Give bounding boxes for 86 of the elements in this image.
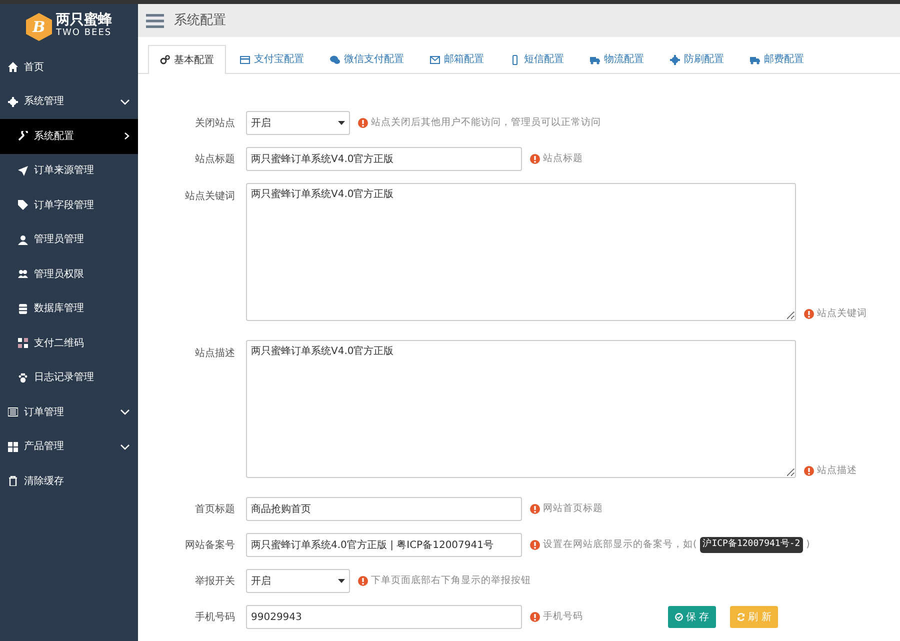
hint-text: 站点标题 (543, 152, 583, 166)
wrench-icon (18, 131, 28, 142)
database-icon (18, 304, 28, 314)
sidebar-item[interactable]: 管理员管理 (0, 222, 138, 257)
gear-icon (8, 96, 18, 107)
field-label: 站点标题 (194, 152, 236, 166)
chat-icon (330, 54, 340, 65)
sidebar-item[interactable]: 管理员权限 (0, 257, 138, 292)
menu-icon[interactable] (146, 14, 164, 28)
hint-text: 下单页面底部右下角显示的举报按钮 (371, 574, 531, 588)
field-label: 手机号码 (194, 610, 236, 624)
sidebar-item[interactable]: 系统配置 (0, 119, 138, 154)
sidebar-item[interactable]: 首页 (0, 50, 138, 84)
tab[interactable]: 短信配置 (498, 45, 576, 73)
qrcode-icon (18, 338, 28, 348)
input-field[interactable]: 99029943 (246, 605, 522, 629)
logo-subtitle: TWO BEES (56, 27, 112, 40)
logo-name: 两只蜜蜂 (56, 13, 112, 28)
field-label: 关闭站点 (194, 116, 236, 130)
arrow-icon (18, 166, 28, 176)
list-icon (8, 407, 18, 418)
sidebar-item[interactable]: 产品管理 (0, 430, 138, 464)
hint-text: 站点描述 (817, 464, 857, 478)
sidebar-item[interactable]: 订单来源管理 (0, 154, 138, 188)
warning-icon (530, 154, 540, 164)
caret-down-icon (338, 121, 345, 125)
input-field[interactable]: 两只蜜蜂订单系统4.0官方正版 | 粤ICP备12007941号 (246, 533, 522, 557)
select-field[interactable]: 开启 (246, 111, 350, 135)
hint-text: 站点关键词 (817, 306, 867, 321)
tab[interactable]: 支付宝配置 (228, 45, 316, 73)
field-label: 首页标题 (194, 502, 236, 516)
logo-badge: B (26, 13, 52, 41)
truck-icon (750, 54, 760, 65)
caret-down-icon (338, 579, 345, 583)
gear-icon (670, 54, 680, 65)
sidebar-item[interactable]: 订单管理 (0, 395, 138, 430)
tab[interactable]: 基本配置 (148, 45, 226, 74)
check-circle-icon (675, 613, 683, 621)
text-area[interactable]: 两只蜜蜂订单系统V4.0官方正版 (246, 340, 796, 478)
warning-icon (530, 504, 540, 514)
sidebar-item[interactable]: 日志记录管理 (0, 360, 138, 395)
paw-icon (18, 372, 28, 383)
sidebar-item[interactable]: 订单字段管理 (0, 188, 138, 222)
warning-icon (804, 466, 814, 476)
sidebar-item[interactable]: 清除缓存 (0, 464, 138, 498)
hint-text: 网站首页标题 (543, 502, 603, 516)
tab[interactable]: 防刷配置 (658, 45, 736, 73)
trash-icon (8, 476, 18, 486)
home-icon (8, 62, 18, 72)
user-icon (18, 234, 28, 245)
page-title: 系统配置 (174, 12, 226, 30)
card-icon (240, 54, 250, 65)
tab[interactable]: 邮箱配置 (418, 45, 496, 73)
sidebar-item[interactable]: 数据库管理 (0, 292, 138, 326)
warning-icon (530, 612, 540, 622)
chevron-down-icon (120, 98, 130, 106)
sidebar-item[interactable]: 系统管理 (0, 84, 138, 119)
warning-icon (804, 308, 814, 319)
grid-icon (8, 442, 18, 452)
phone-icon (510, 54, 520, 65)
users-icon (18, 269, 28, 280)
tab[interactable]: 邮费配置 (738, 45, 816, 73)
input-field[interactable]: 两只蜜蜂订单系统V4.0官方正版 (246, 147, 522, 171)
field-label: 举报开关 (194, 574, 236, 588)
input-field[interactable]: 商品抢购首页 (246, 497, 522, 521)
select-field[interactable]: 开启 (246, 569, 350, 593)
tab[interactable]: 物流配置 (578, 45, 656, 73)
refresh-icon (737, 613, 746, 621)
text-area[interactable]: 两只蜜蜂订单系统V4.0官方正版 (246, 183, 796, 321)
hint-text: 站点关闭后其他用户不能访问，管理员可以正常访问 (371, 116, 601, 130)
warning-icon (358, 576, 368, 586)
envelope-icon (430, 54, 440, 65)
field-label: 网站备案号 (184, 538, 236, 552)
truck-icon (590, 54, 600, 65)
sidebar-item[interactable]: 支付二维码 (0, 326, 138, 360)
hint-text: ) (806, 538, 810, 552)
code-sample: 沪ICP备12007941号-2 (700, 537, 804, 553)
warning-icon (358, 118, 368, 128)
hint-text: 手机号码 (543, 610, 583, 624)
warning-icon (530, 540, 540, 550)
tag-icon (18, 200, 28, 210)
field-label: 站点关键词 (184, 190, 236, 204)
chevron-right-icon (124, 132, 130, 140)
tab[interactable]: 微信支付配置 (318, 45, 416, 73)
hint-text: 设置在网站底部显示的备案号，如( (543, 538, 697, 552)
field-label: 站点描述 (194, 346, 236, 361)
